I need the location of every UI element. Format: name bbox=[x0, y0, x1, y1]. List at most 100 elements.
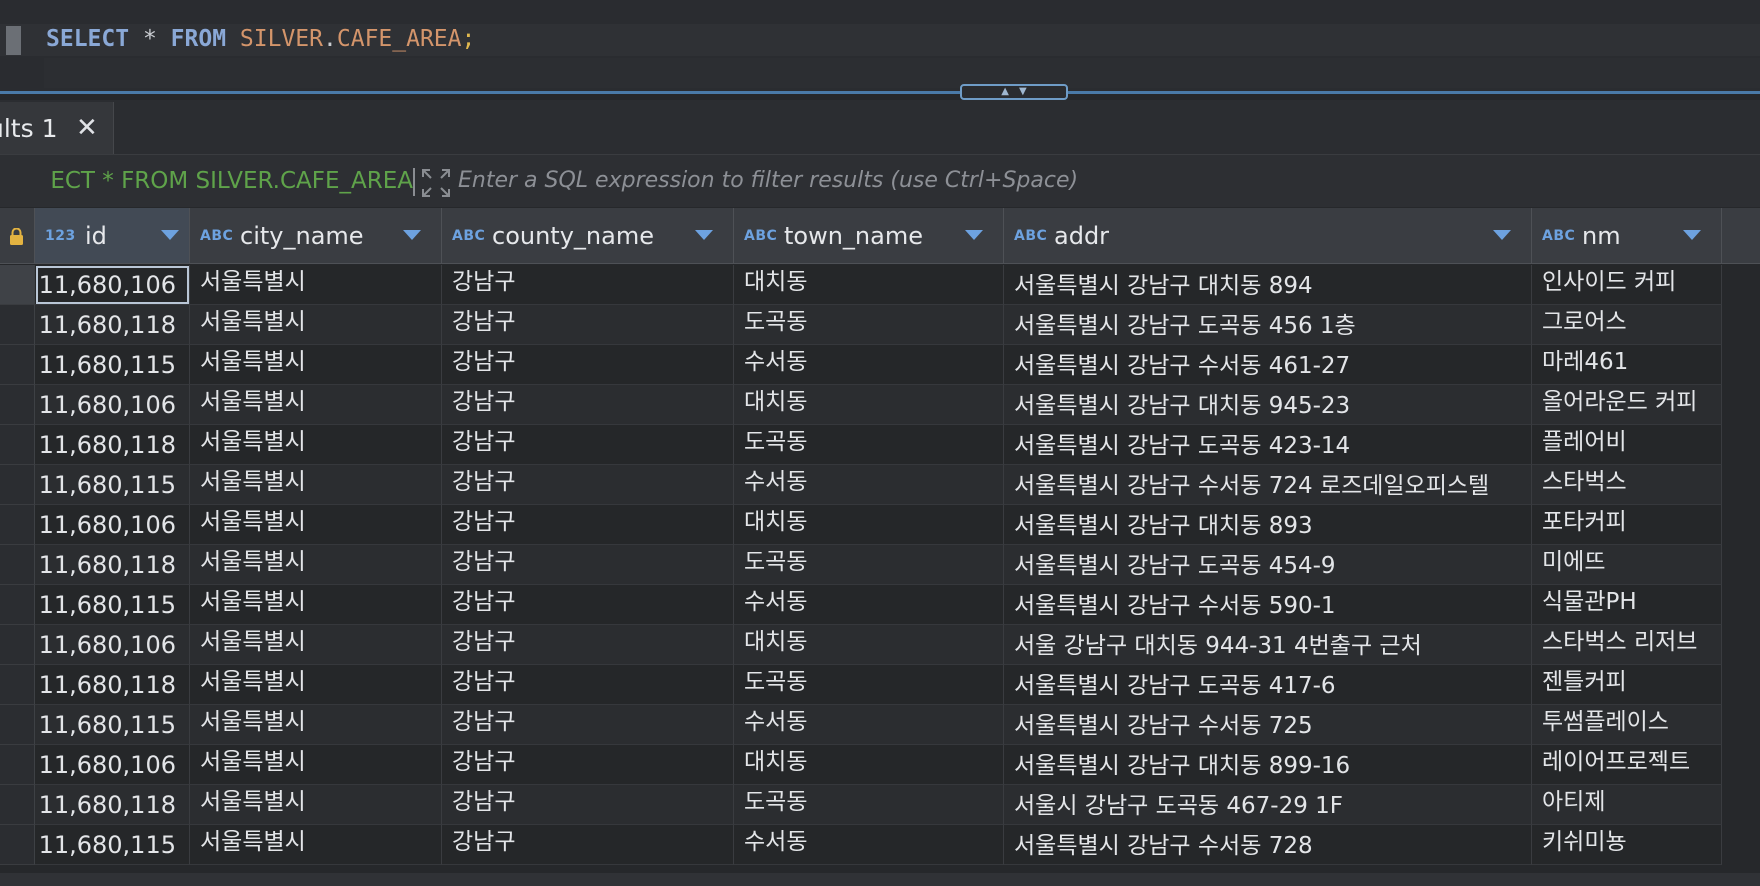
cell-nm[interactable]: 레이어프로젝트 bbox=[1532, 745, 1722, 785]
cell-town-name[interactable]: 대치동 bbox=[734, 385, 1004, 425]
row-selector[interactable] bbox=[0, 465, 35, 505]
cell-city-name[interactable]: 서울특별시 bbox=[190, 305, 442, 345]
cell-id[interactable]: 11,680,118 bbox=[35, 665, 190, 705]
cell-city-name[interactable]: 서울특별시 bbox=[190, 345, 442, 385]
cell-addr[interactable]: 서울특별시 강남구 수서동 590-1 bbox=[1004, 585, 1532, 625]
filter-input[interactable] bbox=[458, 164, 1748, 198]
cell-town-name[interactable]: 수서동 bbox=[734, 705, 1004, 745]
table-row[interactable]: 11,680,115 서울특별시 강남구 수서동 서울특별시 강남구 수서동 728 키쉬… bbox=[0, 825, 1760, 865]
table-row[interactable]: 11,680,106 서울특별시 강남구 대치동 서울특별시 강남구 대치동 893 포타… bbox=[0, 505, 1760, 545]
cell-addr[interactable]: 서울 강남구 대치동 944-31 4번출구 근처 bbox=[1004, 625, 1532, 665]
cell-town-name[interactable]: 수서동 bbox=[734, 825, 1004, 865]
table-row[interactable]: 11,680,118 서울특별시 강남구 도곡동 서울특별시 강남구 도곡동 456 1… bbox=[0, 305, 1760, 345]
column-header-town-name[interactable]: ABC town_name bbox=[734, 208, 1004, 264]
row-selector[interactable] bbox=[0, 265, 35, 305]
row-selector[interactable] bbox=[0, 505, 35, 545]
cell-addr[interactable]: 서울특별시 강남구 수서동 725 bbox=[1004, 705, 1532, 745]
expand-icon[interactable] bbox=[421, 168, 451, 198]
cell-county-name[interactable]: 강남구 bbox=[442, 705, 734, 745]
cell-county-name[interactable]: 강남구 bbox=[442, 625, 734, 665]
sort-arrow-icon[interactable] bbox=[965, 230, 983, 240]
cell-city-name[interactable]: 서울특별시 bbox=[190, 665, 442, 705]
cell-city-name[interactable]: 서울특별시 bbox=[190, 785, 442, 825]
cell-addr[interactable]: 서울특별시 강남구 수서동 461-27 bbox=[1004, 345, 1532, 385]
column-header-county-name[interactable]: ABC county_name bbox=[442, 208, 734, 264]
cell-town-name[interactable]: 도곡동 bbox=[734, 545, 1004, 585]
cell-county-name[interactable]: 강남구 bbox=[442, 505, 734, 545]
expand-down-icon[interactable]: ▼ bbox=[1019, 87, 1027, 97]
row-selector[interactable] bbox=[0, 825, 35, 865]
cell-nm[interactable]: 마레461 bbox=[1532, 345, 1722, 385]
table-row[interactable]: 11,680,118 서울특별시 강남구 도곡동 서울특별시 강남구 도곡동 417-6… bbox=[0, 665, 1760, 705]
cell-addr[interactable]: 서울특별시 강남구 도곡동 456 1층 bbox=[1004, 305, 1532, 345]
cell-town-name[interactable]: 도곡동 bbox=[734, 785, 1004, 825]
cell-id[interactable]: 11,680,118 bbox=[35, 785, 190, 825]
cell-county-name[interactable]: 강남구 bbox=[442, 825, 734, 865]
cell-id[interactable]: 11,680,106 bbox=[35, 745, 190, 785]
cell-id[interactable]: 11,680,118 bbox=[35, 545, 190, 585]
cell-town-name[interactable]: 수서동 bbox=[734, 465, 1004, 505]
cell-addr[interactable]: 서울시 강남구 도곡동 467-29 1F bbox=[1004, 785, 1532, 825]
cell-city-name[interactable]: 서울특별시 bbox=[190, 425, 442, 465]
cell-id[interactable]: 11,680,115 bbox=[35, 585, 190, 625]
cell-id[interactable]: 11,680,118 bbox=[35, 425, 190, 465]
row-selector[interactable] bbox=[0, 745, 35, 785]
table-row[interactable]: 11,680,115 서울특별시 강남구 수서동 서울특별시 강남구 수서동 725 투썸… bbox=[0, 705, 1760, 745]
cell-addr[interactable]: 서울특별시 강남구 수서동 724 로즈데일오피스텔 bbox=[1004, 465, 1532, 505]
splitter-handle[interactable]: ▲ ▼ bbox=[960, 84, 1068, 100]
cell-county-name[interactable]: 강남구 bbox=[442, 305, 734, 345]
close-icon[interactable]: ✕ bbox=[76, 113, 98, 143]
table-row[interactable]: 11,680,115 서울특별시 강남구 수서동 서울특별시 강남구 수서동 724 로… bbox=[0, 465, 1760, 505]
cell-town-name[interactable]: 수서동 bbox=[734, 585, 1004, 625]
cell-county-name[interactable]: 강남구 bbox=[442, 265, 734, 305]
row-selector[interactable] bbox=[0, 665, 35, 705]
table-row[interactable]: 11,680,106 서울특별시 강남구 대치동 서울특별시 강남구 대치동 894 인사… bbox=[0, 265, 1760, 305]
cell-id[interactable]: 11,680,106 bbox=[35, 265, 190, 305]
cell-city-name[interactable]: 서울특별시 bbox=[190, 265, 442, 305]
cell-town-name[interactable]: 도곡동 bbox=[734, 425, 1004, 465]
cell-addr[interactable]: 서울특별시 강남구 대치동 894 bbox=[1004, 265, 1532, 305]
cell-nm[interactable]: 투썸플레이스 bbox=[1532, 705, 1722, 745]
column-header-city-name[interactable]: ABC city_name bbox=[190, 208, 442, 264]
cell-town-name[interactable]: 도곡동 bbox=[734, 305, 1004, 345]
panel-splitter[interactable] bbox=[0, 91, 1760, 94]
tab-results-1[interactable]: ults 1 ✕ bbox=[0, 102, 114, 154]
cell-city-name[interactable]: 서울특별시 bbox=[190, 505, 442, 545]
row-selector[interactable] bbox=[0, 305, 35, 345]
cell-id[interactable]: 11,680,106 bbox=[35, 385, 190, 425]
cell-county-name[interactable]: 강남구 bbox=[442, 345, 734, 385]
cell-town-name[interactable]: 수서동 bbox=[734, 345, 1004, 385]
cell-nm[interactable]: 플레어비 bbox=[1532, 425, 1722, 465]
cell-city-name[interactable]: 서울특별시 bbox=[190, 705, 442, 745]
table-row[interactable]: 11,680,106 서울특별시 강남구 대치동 서울특별시 강남구 대치동 945-2… bbox=[0, 385, 1760, 425]
row-selector[interactable] bbox=[0, 785, 35, 825]
row-selector[interactable] bbox=[0, 545, 35, 585]
column-header-id[interactable]: 123 id bbox=[35, 208, 190, 264]
cell-id[interactable]: 11,680,106 bbox=[35, 625, 190, 665]
cell-nm[interactable]: 스타벅스 리저브 bbox=[1532, 625, 1722, 665]
table-row[interactable]: 11,680,106 서울특별시 강남구 대치동 서울특별시 강남구 대치동 899-1… bbox=[0, 745, 1760, 785]
cell-id[interactable]: 11,680,115 bbox=[35, 465, 190, 505]
cell-city-name[interactable]: 서울특별시 bbox=[190, 585, 442, 625]
cell-city-name[interactable]: 서울특별시 bbox=[190, 625, 442, 665]
cell-county-name[interactable]: 강남구 bbox=[442, 385, 734, 425]
cell-nm[interactable]: 식물관PH bbox=[1532, 585, 1722, 625]
cell-county-name[interactable]: 강남구 bbox=[442, 425, 734, 465]
cell-city-name[interactable]: 서울특별시 bbox=[190, 745, 442, 785]
table-row[interactable]: 11,680,118 서울특별시 강남구 도곡동 서울특별시 강남구 도곡동 454-9… bbox=[0, 545, 1760, 585]
cell-town-name[interactable]: 대치동 bbox=[734, 265, 1004, 305]
cell-county-name[interactable]: 강남구 bbox=[442, 585, 734, 625]
cell-city-name[interactable]: 서울특별시 bbox=[190, 545, 442, 585]
cell-city-name[interactable]: 서울특별시 bbox=[190, 465, 442, 505]
cell-nm[interactable]: 올어라운드 커피 bbox=[1532, 385, 1722, 425]
cell-addr[interactable]: 서울특별시 강남구 도곡동 423-14 bbox=[1004, 425, 1532, 465]
cell-nm[interactable]: 아티제 bbox=[1532, 785, 1722, 825]
cell-nm[interactable]: 포타커피 bbox=[1532, 505, 1722, 545]
table-row[interactable]: 11,680,118 서울특별시 강남구 도곡동 서울시 강남구 도곡동 467-29 … bbox=[0, 785, 1760, 825]
sort-arrow-icon[interactable] bbox=[403, 230, 421, 240]
cell-county-name[interactable]: 강남구 bbox=[442, 785, 734, 825]
cell-id[interactable]: 11,680,115 bbox=[35, 825, 190, 865]
cell-nm[interactable]: 인사이드 커피 bbox=[1532, 265, 1722, 305]
row-selector[interactable] bbox=[0, 585, 35, 625]
cell-county-name[interactable]: 강남구 bbox=[442, 545, 734, 585]
